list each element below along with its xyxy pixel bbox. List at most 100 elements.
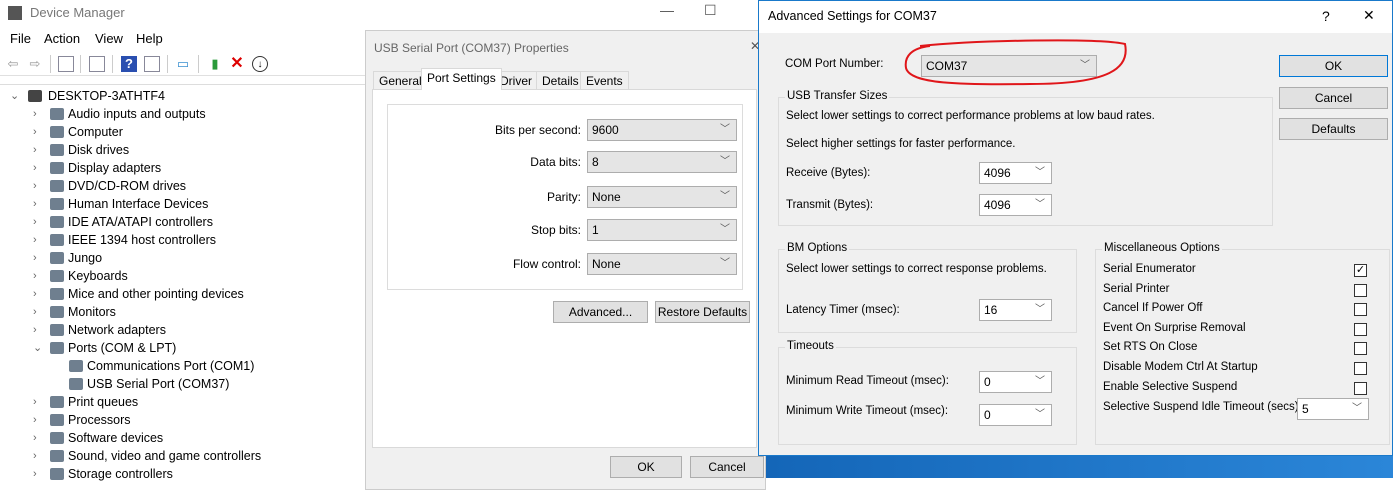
tree-item[interactable]: USB Serial Port (COM37) [0, 375, 360, 393]
chevron-right-icon[interactable]: › [33, 231, 43, 249]
chevron-right-icon[interactable]: › [33, 123, 43, 141]
menu-view[interactable]: View [95, 31, 123, 46]
tree-item[interactable]: › Display adapters [0, 159, 360, 177]
tree-item[interactable]: ⌄ Ports (COM & LPT) [0, 339, 360, 357]
tab-details[interactable]: Details [536, 71, 585, 90]
tree-item-label: Human Interface Devices [68, 197, 209, 211]
menu-help[interactable]: Help [136, 31, 163, 46]
tree-item-label: IDE ATA/ATAPI controllers [68, 215, 213, 229]
tree-item[interactable]: › Jungo [0, 249, 360, 267]
chevron-right-icon[interactable]: › [33, 213, 43, 231]
misc-option-checkbox[interactable]: ✓ [1354, 264, 1367, 277]
help-button[interactable]: ? [1322, 8, 1330, 24]
chevron-right-icon[interactable]: › [33, 159, 43, 177]
misc-option-label: Serial Enumerator [1103, 263, 1196, 275]
device-icon [50, 144, 64, 156]
field-label: Bits per second: [494, 123, 581, 137]
misc-option-checkbox[interactable] [1354, 362, 1367, 375]
chevron-right-icon[interactable]: › [33, 447, 43, 465]
forward-icon[interactable]: ⇨ [27, 56, 43, 72]
tab-port-settings[interactable]: Port Settings [421, 68, 502, 90]
chevron-right-icon[interactable]: › [33, 177, 43, 195]
tab-general[interactable]: General [373, 71, 428, 90]
misc-option-checkbox[interactable] [1354, 322, 1367, 336]
tree-item[interactable]: › Storage controllers [0, 465, 360, 483]
tree-item[interactable]: › Monitors [0, 303, 360, 321]
chevron-right-icon[interactable]: › [33, 195, 43, 213]
field-select[interactable]: None ﹀ [587, 186, 737, 208]
tree-item[interactable]: › DVD/CD-ROM drives [0, 177, 360, 195]
misc-option-label: Event On Surprise Removal [1103, 321, 1246, 334]
chevron-right-icon[interactable]: › [33, 267, 43, 285]
tree-item[interactable]: Communications Port (COM1) [0, 357, 360, 375]
minimize-button[interactable]: — [660, 2, 674, 18]
tree-item[interactable]: › Human Interface Devices [0, 195, 360, 213]
chevron-down-icon[interactable]: ⌄ [33, 339, 43, 357]
chevron-right-icon[interactable]: › [33, 429, 43, 447]
tree-item[interactable]: › Keyboards [0, 267, 360, 285]
console-tree-icon[interactable] [58, 56, 74, 72]
advanced-button[interactable]: Advanced... [553, 301, 648, 323]
device-icon [50, 324, 64, 336]
transmit-select[interactable]: 4096 ﹀ [979, 194, 1052, 216]
com-port-label: COM Port Number: [785, 58, 884, 70]
tree-item[interactable]: › Network adapters [0, 321, 360, 339]
field-select[interactable]: 1 ﹀ [587, 219, 737, 241]
chevron-right-icon[interactable]: › [33, 285, 43, 303]
uninstall-icon[interactable]: ✕ [229, 56, 245, 72]
cancel-button[interactable]: Cancel [1279, 87, 1388, 109]
field-select[interactable]: 9600 ﹀ [587, 119, 737, 141]
properties-cancel-button[interactable]: Cancel [690, 456, 764, 478]
misc-option-checkbox[interactable] [1354, 303, 1367, 317]
properties-icon[interactable] [89, 56, 105, 72]
ok-button[interactable]: OK [1279, 55, 1388, 77]
advanced-title: Advanced Settings for COM37 [768, 9, 937, 23]
device-icon [50, 396, 64, 408]
tab-events[interactable]: Events [580, 71, 629, 90]
menu-action[interactable]: Action [44, 31, 80, 46]
chevron-right-icon[interactable]: › [33, 303, 43, 321]
chevron-right-icon[interactable]: › [33, 105, 43, 123]
tree-item[interactable]: › Audio inputs and outputs [0, 105, 360, 123]
tree-item[interactable]: › Disk drives [0, 141, 360, 159]
chevron-right-icon[interactable]: › [33, 411, 43, 429]
action-pane-icon[interactable] [144, 56, 160, 72]
misc-option-checkbox[interactable] [1354, 283, 1367, 297]
properties-ok-button[interactable]: OK [610, 456, 682, 478]
tree-item[interactable]: › IDE ATA/ATAPI controllers [0, 213, 360, 231]
menu-file[interactable]: File [10, 31, 31, 46]
chevron-right-icon[interactable]: › [33, 249, 43, 267]
maximize-button[interactable]: ☐ [704, 2, 717, 19]
back-icon[interactable]: ⇦ [5, 56, 21, 72]
field-select[interactable]: 8 ﹀ [587, 151, 737, 173]
tree-item[interactable]: › Processors [0, 411, 360, 429]
defaults-button[interactable]: Defaults [1279, 118, 1388, 140]
chevron-right-icon[interactable]: › [33, 465, 43, 483]
misc-option-checkbox[interactable] [1354, 381, 1367, 395]
chevron-right-icon[interactable]: › [33, 141, 43, 159]
disable-icon[interactable]: ↓ [252, 56, 268, 72]
tree-item[interactable]: › Mice and other pointing devices [0, 285, 360, 303]
field-select[interactable]: None ﹀ [587, 253, 737, 275]
latency-select[interactable]: 16 ﹀ [979, 299, 1052, 321]
tree-item[interactable]: › Computer [0, 123, 360, 141]
update-driver-icon[interactable]: ▮ [207, 56, 223, 72]
tree-item[interactable]: › Software devices [0, 429, 360, 447]
chevron-right-icon[interactable]: › [33, 321, 43, 339]
suspend-timeout-select[interactable]: 5 ﹀ [1297, 398, 1369, 420]
close-button[interactable]: ✕ [1363, 7, 1375, 24]
receive-select[interactable]: 4096 ﹀ [979, 162, 1052, 184]
chevron-right-icon[interactable]: › [33, 393, 43, 411]
restore-defaults-button[interactable]: Restore Defaults [655, 301, 750, 323]
read-timeout-select[interactable]: 0 ﹀ [979, 371, 1052, 393]
device-icon [50, 180, 64, 192]
tree-item[interactable]: › Sound, video and game controllers [0, 447, 360, 465]
field-label: Parity: [546, 190, 581, 204]
write-timeout-select[interactable]: 0 ﹀ [979, 404, 1052, 426]
misc-option-checkbox[interactable] [1354, 342, 1367, 356]
scan-hardware-icon[interactable]: ▭ [175, 56, 191, 72]
help-icon[interactable]: ? [121, 56, 137, 72]
tree-item-label: Ports (COM & LPT) [68, 341, 177, 355]
tree-item[interactable]: › Print queues [0, 393, 360, 411]
tree-item[interactable]: › IEEE 1394 host controllers [0, 231, 360, 249]
